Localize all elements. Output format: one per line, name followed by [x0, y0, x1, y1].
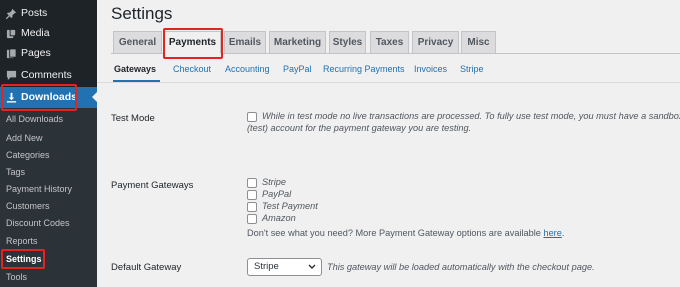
- sidebar-item-label: Pages: [21, 47, 51, 59]
- tab-general[interactable]: General: [113, 31, 162, 53]
- subnav-recurring-payments[interactable]: Recurring Payments: [323, 64, 405, 74]
- gateway-amazon-checkbox[interactable]: [247, 214, 257, 224]
- gateway-paypal-checkbox[interactable]: [247, 190, 257, 200]
- pin-icon: [5, 7, 17, 19]
- submenu-item-reports[interactable]: Reports: [6, 235, 38, 248]
- sidebar-item-comments[interactable]: Comments: [0, 65, 97, 85]
- pages-icon: [5, 47, 17, 59]
- sidebar-item-media[interactable]: Media: [0, 23, 97, 43]
- gateway-help-link[interactable]: here: [543, 228, 561, 238]
- subnav-accounting[interactable]: Accounting: [225, 64, 270, 74]
- subnav-divider: [97, 82, 680, 83]
- gateway-help-message: Don't see what you need? More Payment Ga…: [247, 228, 541, 238]
- gateway-amazon-label: Amazon: [262, 213, 296, 223]
- default-gateway-value: Stripe: [254, 261, 279, 272]
- tab-taxes[interactable]: Taxes: [370, 31, 409, 53]
- gateway-test-payment-checkbox[interactable]: [247, 202, 257, 212]
- payments-tab-highlight: [163, 28, 223, 59]
- default-gateway-select[interactable]: Stripe: [247, 258, 322, 276]
- tab-privacy[interactable]: Privacy: [412, 31, 459, 53]
- tab-emails[interactable]: Emails: [224, 31, 266, 53]
- sidebar-item-pages[interactable]: Pages: [0, 43, 97, 63]
- sidebar-item-label: Comments: [21, 69, 72, 81]
- submenu-item-categories[interactable]: Categories: [6, 149, 50, 162]
- page-title: Settings: [111, 4, 173, 23]
- main-content: Settings General Payments Emails Marketi…: [97, 0, 680, 287]
- tab-misc[interactable]: Misc: [461, 31, 496, 53]
- test-mode-description-line2: (test) account for the payment gateway y…: [247, 123, 472, 133]
- submenu-item-tags[interactable]: Tags: [6, 166, 25, 179]
- subnav-gateways[interactable]: Gateways: [114, 64, 156, 74]
- subnav-paypal[interactable]: PayPal: [283, 64, 312, 74]
- sidebar-item-posts[interactable]: Posts: [0, 3, 97, 23]
- submenu-item-tools[interactable]: Tools: [6, 271, 27, 284]
- default-gateway-label: Default Gateway: [111, 262, 182, 273]
- test-mode-label: Test Mode: [111, 113, 155, 124]
- submenu-item-customers[interactable]: Customers: [6, 200, 50, 213]
- submenu-item-discount-codes[interactable]: Discount Codes: [6, 217, 70, 230]
- tab-styles[interactable]: Styles: [329, 31, 366, 53]
- media-icon: [5, 27, 17, 39]
- gateway-help-text: Don't see what you need? More Payment Ga…: [247, 228, 564, 238]
- settings-highlight: [1, 249, 45, 269]
- chevron-down-icon: [308, 264, 316, 269]
- admin-sidebar: Posts Media Pages Comments Downloads All…: [0, 0, 97, 287]
- sidebar-item-label: Media: [21, 27, 50, 39]
- sidebar-item-label: Posts: [21, 7, 48, 19]
- submenu-item-all-downloads[interactable]: All Downloads: [6, 113, 63, 126]
- subnav-checkout[interactable]: Checkout: [173, 64, 211, 74]
- tab-marketing[interactable]: Marketing: [269, 31, 326, 53]
- submenu-item-add-new[interactable]: Add New: [6, 132, 43, 145]
- gateway-stripe-checkbox[interactable]: [247, 178, 257, 188]
- gateway-help-suffix: .: [561, 228, 565, 238]
- subnav-stripe[interactable]: Stripe: [460, 64, 484, 74]
- payment-gateways-label: Payment Gateways: [111, 180, 194, 191]
- default-gateway-description: This gateway will be loaded automaticall…: [327, 262, 595, 272]
- test-mode-checkbox[interactable]: [247, 112, 257, 122]
- submenu-item-payment-history[interactable]: Payment History: [6, 183, 72, 196]
- subnav-active-indicator: [113, 80, 160, 82]
- subnav-invoices[interactable]: Invoices: [414, 64, 447, 74]
- downloads-highlight: [1, 84, 77, 111]
- comments-icon: [5, 69, 17, 81]
